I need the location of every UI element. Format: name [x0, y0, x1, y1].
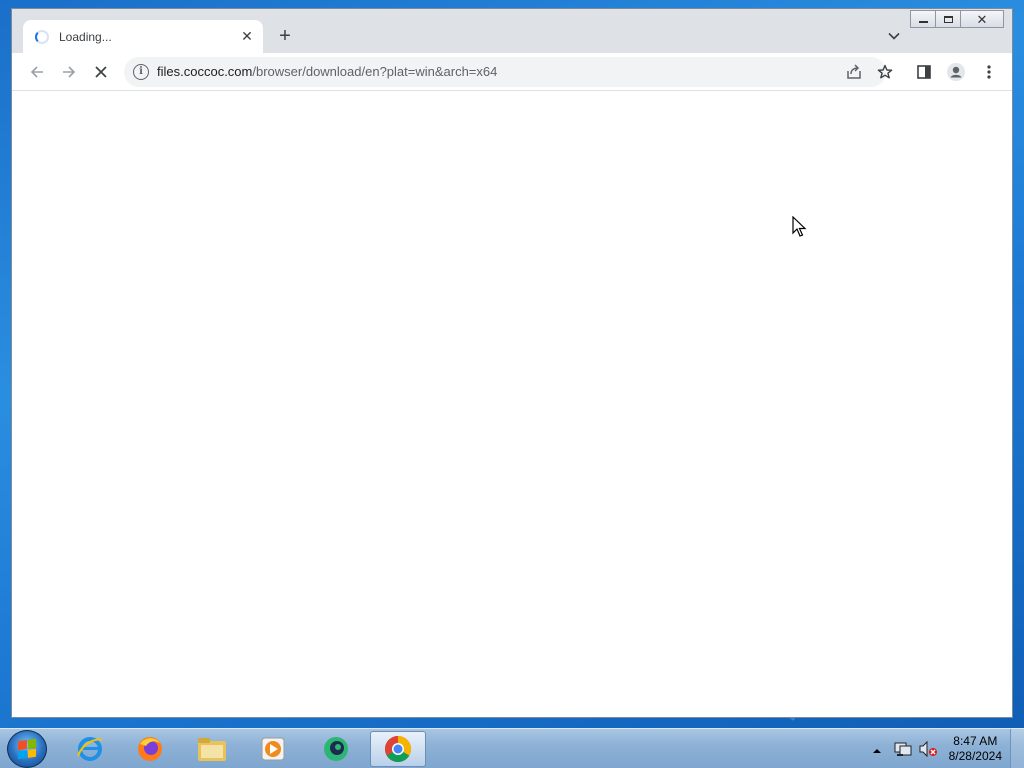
url-text[interactable]: files.coccoc.com/browser/download/en?pla…	[157, 64, 497, 79]
mouse-cursor-icon	[792, 215, 808, 243]
clock-time: 8:47 AM	[953, 734, 998, 748]
side-panel-icon	[917, 65, 931, 79]
kebab-menu-icon	[987, 65, 991, 79]
menu-button[interactable]	[976, 60, 1002, 84]
chrome-icon[interactable]	[370, 731, 426, 767]
side-panel-button[interactable]	[911, 60, 937, 84]
site-info-icon[interactable]: i	[133, 64, 149, 80]
forward-arrow-icon	[63, 66, 76, 78]
forward-button[interactable]	[56, 60, 82, 84]
new-tab-button[interactable]: +	[274, 25, 296, 47]
profile-avatar-icon	[947, 63, 965, 81]
address-bar[interactable]: i files.coccoc.com/browser/download/en?p…	[124, 57, 886, 87]
minimize-icon	[918, 21, 928, 23]
volume-muted-icon[interactable]	[918, 740, 938, 763]
restore-icon	[943, 15, 953, 23]
tab-close-icon[interactable]: ✕	[237, 27, 257, 47]
bookmark-button[interactable]	[872, 60, 898, 84]
tray-chevron-up-icon	[873, 749, 881, 753]
system-tray: 8:47 AM 8/28/2024	[864, 729, 1024, 768]
windows-logo-icon	[18, 738, 36, 760]
tab-title: Loading...	[59, 29, 112, 44]
show-hidden-icons-button[interactable]	[872, 743, 882, 761]
close-button[interactable]: ✕	[960, 10, 1004, 28]
share-button[interactable]	[844, 62, 864, 82]
loading-spinner-icon	[35, 29, 49, 44]
media-player-icon[interactable]	[245, 731, 301, 767]
share-icon	[847, 64, 861, 79]
internet-explorer-icon[interactable]	[62, 731, 118, 767]
minimize-button[interactable]	[910, 10, 936, 28]
browser-toolbar: i files.coccoc.com/browser/download/en?p…	[12, 53, 1012, 91]
network-icon[interactable]	[894, 740, 912, 763]
clock-date: 8/28/2024	[948, 749, 1002, 763]
browser-tab[interactable]: Loading... ✕	[23, 20, 263, 53]
url-host: files.coccoc.com	[157, 64, 253, 79]
tab-search-button[interactable]	[884, 26, 904, 46]
start-button[interactable]	[7, 730, 47, 768]
chrome-window: Loading... ✕ + ✕ i files.coccoc.com/brow…	[11, 8, 1013, 718]
file-explorer-icon[interactable]	[184, 731, 240, 767]
firefox-icon[interactable]	[122, 731, 178, 767]
show-desktop-button[interactable]	[1010, 729, 1024, 768]
back-arrow-icon	[30, 66, 43, 78]
chevron-down-icon	[888, 32, 900, 40]
close-x-icon: ✕	[976, 11, 988, 27]
page-content[interactable]	[12, 91, 1012, 717]
taskbar: 8:47 AM 8/28/2024	[0, 728, 1024, 768]
stop-button[interactable]	[88, 60, 114, 84]
profile-button[interactable]	[943, 60, 969, 84]
url-path: /browser/download/en?plat=win&arch=x64	[252, 64, 498, 79]
title-bar[interactable]: Loading... ✕ + ✕	[12, 9, 1012, 53]
back-button[interactable]	[24, 60, 50, 84]
window-controls: ✕	[910, 10, 1004, 28]
stop-x-icon	[95, 66, 107, 78]
clock[interactable]: 8:47 AM 8/28/2024	[949, 734, 1002, 764]
restore-button[interactable]	[935, 10, 961, 28]
star-icon	[877, 64, 893, 79]
coccoc-icon[interactable]	[308, 731, 364, 767]
